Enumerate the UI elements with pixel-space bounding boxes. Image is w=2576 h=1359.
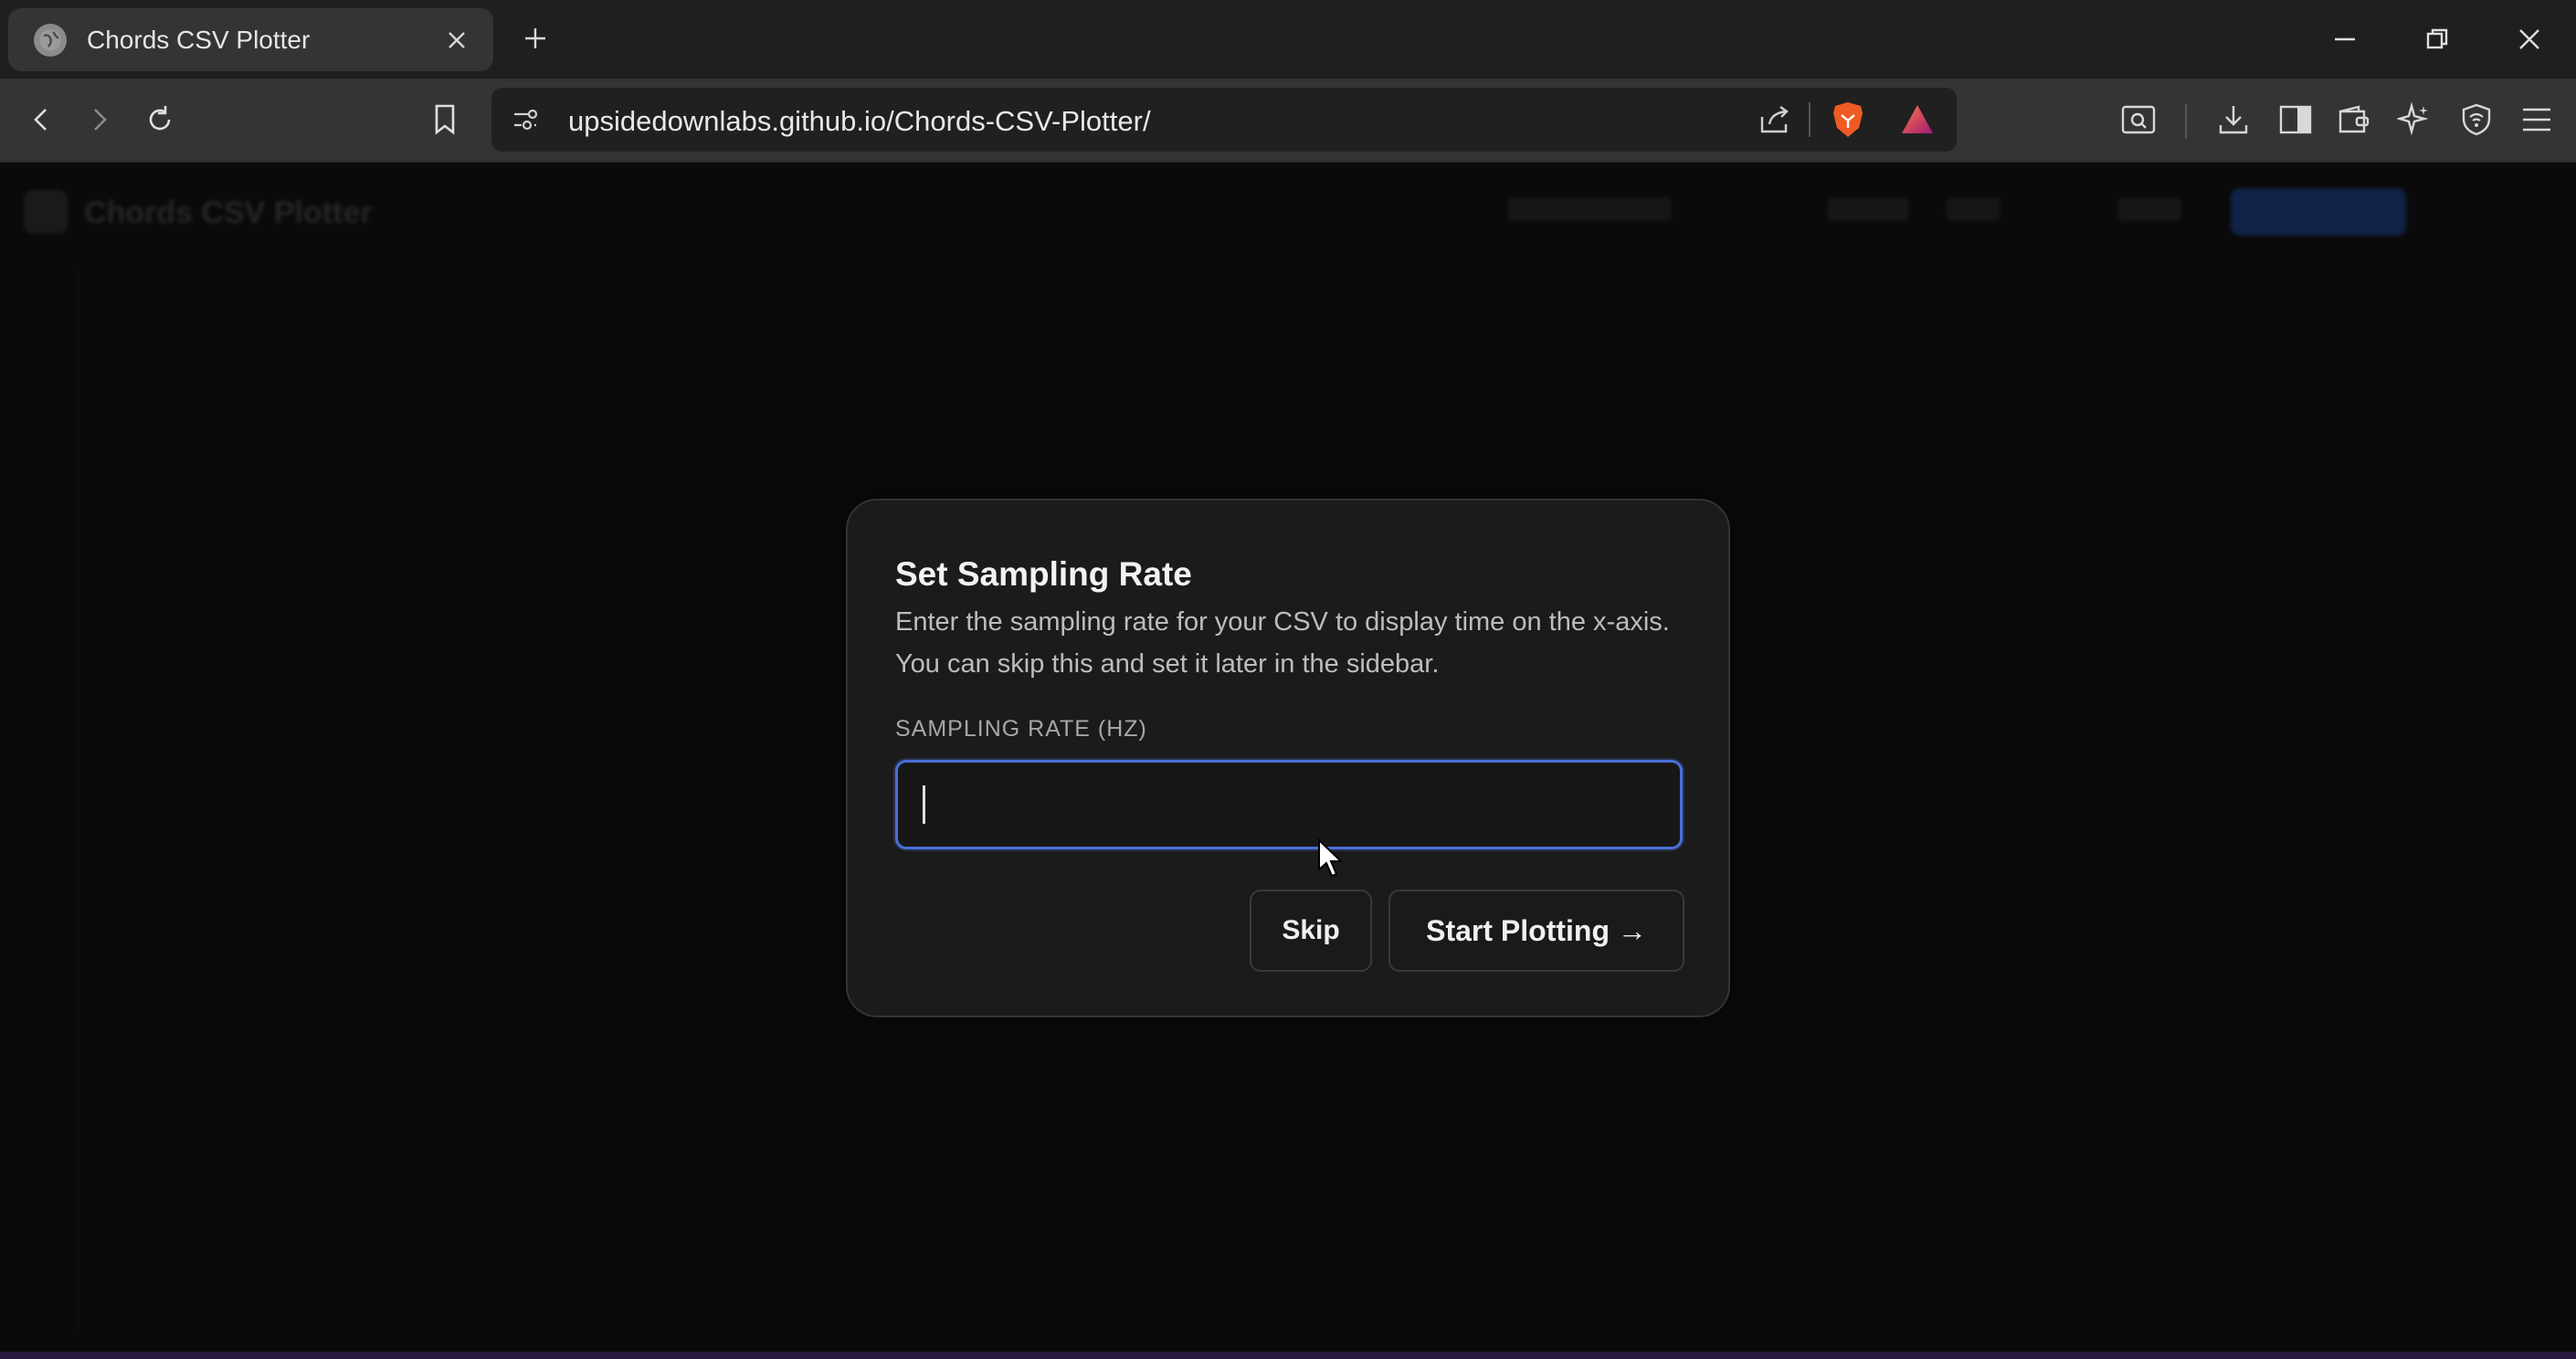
skip-button[interactable]: Skip <box>1250 890 1372 972</box>
leo-ai-icon[interactable] <box>2391 97 2437 142</box>
header-chip <box>2117 197 2181 221</box>
new-tab-button[interactable] <box>517 20 554 57</box>
reload-icon[interactable] <box>137 97 183 142</box>
browser-tab[interactable]: Chords CSV Plotter <box>8 8 493 71</box>
tab-strip: Chords CSV Plotter <box>0 0 2576 79</box>
tab-title: Chords CSV Plotter <box>87 25 311 54</box>
downloads-icon[interactable] <box>2211 97 2256 142</box>
sidebar-toggle-icon[interactable] <box>2273 97 2318 142</box>
brave-rewards-icon[interactable] <box>1895 97 1940 142</box>
browser-toolbar: upsidedownlabs.github.io/Chords-CSV-Plot… <box>0 79 2576 163</box>
header-chip <box>1946 197 2001 221</box>
bottom-strip <box>0 1352 2576 1359</box>
brave-shields-icon[interactable] <box>1825 97 1871 142</box>
header-chip <box>1507 197 1672 221</box>
mouse-pointer-icon <box>1317 838 1345 883</box>
sidebar-divider <box>77 265 79 1333</box>
back-icon[interactable] <box>18 97 64 142</box>
header-chip <box>1827 197 1909 221</box>
start-plotting-button[interactable]: Start Plotting → <box>1388 890 1684 972</box>
address-bar[interactable]: upsidedownlabs.github.io/Chords-CSV-Plot… <box>491 88 1957 152</box>
sampling-rate-label: SAMPLING RATE (HZ) <box>895 716 1147 742</box>
url-text: upsidedownlabs.github.io/Chords-CSV-Plot… <box>568 105 1151 137</box>
screenshot-search-icon[interactable] <box>2116 97 2161 142</box>
sampling-rate-dialog: Set Sampling Rate Enter the sampling rat… <box>846 499 1730 1017</box>
forward-icon[interactable] <box>77 97 122 142</box>
header-action-button <box>2231 188 2406 236</box>
close-tab-icon[interactable] <box>440 24 473 57</box>
bookmark-icon[interactable] <box>422 97 468 142</box>
sampling-rate-input[interactable] <box>895 760 1683 849</box>
dialog-description: Enter the sampling rate for your CSV to … <box>895 607 1670 679</box>
dialog-title: Set Sampling Rate <box>895 555 1192 593</box>
share-icon[interactable] <box>1752 97 1798 142</box>
globe-icon <box>34 23 67 57</box>
wallet-icon[interactable] <box>2331 97 2377 142</box>
site-settings-icon[interactable] <box>502 97 548 142</box>
restore-icon[interactable] <box>2416 18 2458 60</box>
text-caret <box>923 785 925 824</box>
close-window-icon[interactable] <box>2508 18 2550 60</box>
minimize-icon[interactable] <box>2324 18 2366 60</box>
menu-icon[interactable] <box>2514 97 2560 142</box>
app-logo <box>24 190 68 234</box>
app-name: Chords CSV Plotter <box>84 195 373 230</box>
vpn-icon[interactable] <box>2454 97 2499 142</box>
